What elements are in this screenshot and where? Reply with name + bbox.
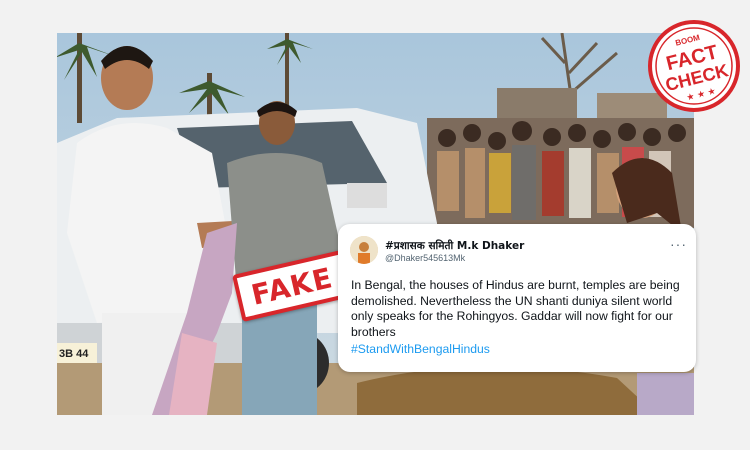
avatar-image bbox=[350, 236, 378, 264]
more-options-icon[interactable]: ··· bbox=[670, 236, 687, 252]
avatar[interactable] bbox=[350, 236, 378, 264]
tweet-hashtag-link[interactable]: #StandWithBengalHindus bbox=[351, 342, 490, 356]
tweet-handle[interactable]: @Dhaker545613Mk bbox=[385, 253, 465, 263]
license-plate-text: 3B 44 bbox=[59, 348, 89, 360]
fact-check-badge-graphic: BOOM FACT CHECK ★ ★ ★ bbox=[648, 20, 740, 112]
tweet-text: In Bengal, the houses of Hindus are burn… bbox=[351, 278, 680, 339]
tweet-display-name[interactable]: #प्रशासक समिती M.k Dhaker bbox=[385, 239, 524, 253]
fact-check-badge: BOOM FACT CHECK ★ ★ ★ bbox=[646, 18, 742, 114]
tweet-card: #प्रशासक समिती M.k Dhaker @Dhaker545613M… bbox=[338, 224, 696, 372]
